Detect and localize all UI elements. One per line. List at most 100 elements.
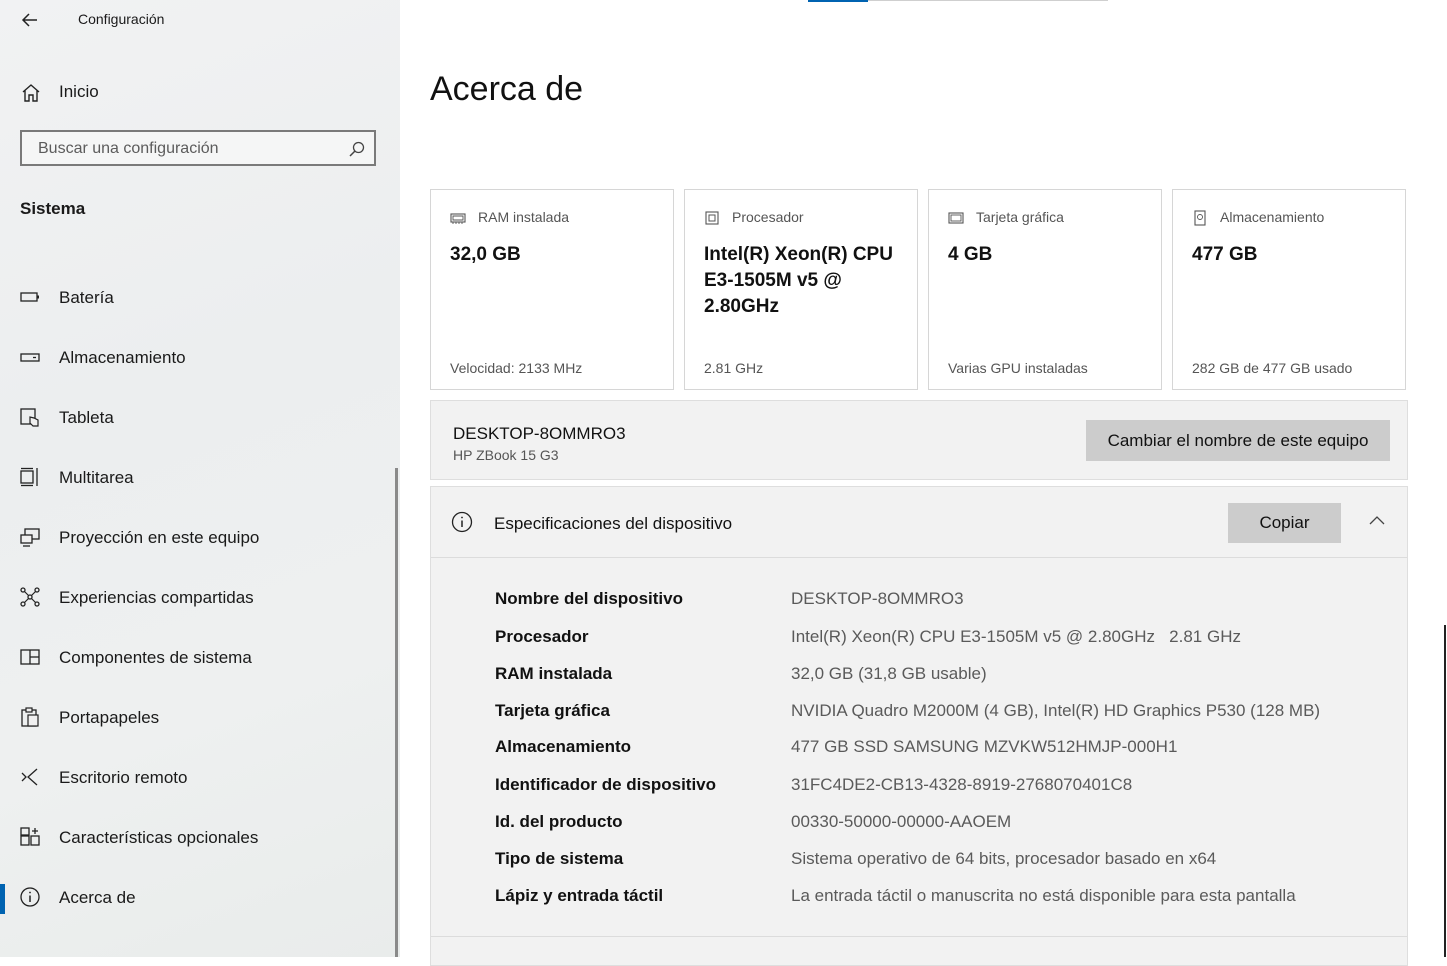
top-tab-indicator <box>808 0 868 2</box>
sidebar-item-almacenamiento[interactable]: Almacenamiento <box>0 336 390 380</box>
sidebar-item-label: Proyección en este equipo <box>59 528 260 547</box>
nav-home-label: Inicio <box>59 82 99 101</box>
sidebar-item-label: Multitarea <box>59 468 134 487</box>
device-name-panel: DESKTOP-8OMMRO3 HP ZBook 15 G3 Cambiar e… <box>430 400 1408 480</box>
multitask-icon <box>19 466 41 488</box>
remote-desktop-icon <box>19 766 41 788</box>
sidebar-item-label: Almacenamiento <box>59 348 186 367</box>
device-specs-panel: Especificaciones del dispositivo Copiar … <box>430 486 1408 966</box>
card-value: 32,0 GB <box>450 244 521 265</box>
shared-icon <box>19 586 41 608</box>
spec-row: Tarjeta gráfica NVIDIA Quadro M2000M (4 … <box>431 697 1407 727</box>
spec-row: Identificador de dispositivo 31FC4DE2-CB… <box>431 771 1407 801</box>
sidebar-item-label: Acerca de <box>59 888 136 907</box>
sidebar-item-acerca-de[interactable]: Acerca de <box>0 876 390 920</box>
spec-row: Procesador Intel(R) Xeon(R) CPU E3-1505M… <box>431 623 1407 653</box>
sidebar-item-caracteristicas[interactable]: Características opcionales <box>0 816 390 860</box>
sidebar-scrollbar[interactable] <box>395 468 398 957</box>
search-box[interactable] <box>20 130 376 166</box>
spec-row: RAM instalada 32,0 GB (31,8 GB usable) <box>431 660 1407 690</box>
clipboard-icon <box>19 706 41 728</box>
home-icon <box>20 82 42 104</box>
spec-value: 477 GB SSD SAMSUNG MZVKW512HMJP-000H1 <box>791 737 1178 756</box>
sidebar-item-label: Portapapeles <box>59 708 160 727</box>
page-title: Acerca de <box>430 70 584 108</box>
nav-home[interactable]: Inicio <box>0 72 390 112</box>
card-label: Almacenamiento <box>1220 209 1325 225</box>
sidebar-item-label: Escritorio remoto <box>59 768 188 787</box>
back-arrow-icon[interactable] <box>18 8 42 32</box>
card-label: Tarjeta gráfica <box>976 209 1064 225</box>
spec-key: Id. del producto <box>495 812 623 831</box>
spec-key: Tarjeta gráfica <box>495 701 610 720</box>
sidebar-item-escritorio-remoto[interactable]: Escritorio remoto <box>0 756 390 800</box>
card-label: RAM instalada <box>478 209 570 225</box>
card-gpu: Tarjeta gráfica 4 GB Varias GPU instalad… <box>928 189 1162 390</box>
sidebar-item-label: Experiencias compartidas <box>59 588 254 607</box>
spec-value: NVIDIA Quadro M2000M (4 GB), Intel(R) HD… <box>791 701 1321 720</box>
sidebar-item-label: Características opcionales <box>59 828 259 847</box>
card-subtext: 2.81 GHz <box>704 360 764 376</box>
spec-row: Tipo de sistema Sistema operativo de 64 … <box>431 845 1407 875</box>
spec-row: Id. del producto 00330-50000-00000-AAOEM <box>431 808 1407 838</box>
spec-key: RAM instalada <box>495 664 613 683</box>
spec-key: Tipo de sistema <box>495 849 624 868</box>
sidebar-item-bateria[interactable]: Batería <box>0 276 390 320</box>
spec-value: 00330-50000-00000-AAOEM <box>791 812 1012 831</box>
divider <box>431 936 1407 937</box>
tablet-icon <box>19 406 41 428</box>
card-subtext: Varias GPU instaladas <box>948 360 1088 376</box>
sidebar: Configuración Inicio Sistema Batería Alm… <box>0 0 400 957</box>
sidebar-item-tableta[interactable]: Tableta <box>0 396 390 440</box>
sidebar-item-proyeccion[interactable]: Proyección en este equipo <box>0 516 390 560</box>
device-model: HP ZBook 15 G3 <box>453 447 559 463</box>
spec-key: Lápiz y entrada táctil <box>495 886 664 905</box>
spec-key: Almacenamiento <box>495 737 632 756</box>
optional-features-icon <box>19 826 41 848</box>
sidebar-item-multitarea[interactable]: Multitarea <box>0 456 390 500</box>
device-specs-title: Especificaciones del dispositivo <box>494 514 733 533</box>
spec-key: Identificador de dispositivo <box>495 775 717 794</box>
device-specs-header[interactable]: Especificaciones del dispositivo Copiar <box>431 487 1407 558</box>
device-name: DESKTOP-8OMMRO3 <box>453 424 626 443</box>
projection-icon <box>19 526 41 548</box>
spec-value: Intel(R) Xeon(R) CPU E3-1505M v5 @ 2.80G… <box>791 627 1241 646</box>
spec-key: Procesador <box>495 627 589 646</box>
card-value: 4 GB <box>948 244 993 265</box>
card-subtext: Velocidad: 2133 MHz <box>450 360 583 376</box>
card-storage: Almacenamiento 477 GB 282 GB de 477 GB u… <box>1172 189 1406 390</box>
rename-pc-button[interactable]: Cambiar el nombre de este equipo <box>1086 420 1390 461</box>
components-icon <box>19 646 41 668</box>
window-edge <box>1444 625 1446 957</box>
search-input[interactable] <box>36 132 340 166</box>
window-title: Configuración <box>78 11 165 27</box>
spec-row: Lápiz y entrada táctil La entrada táctil… <box>431 882 1407 912</box>
spec-row: Almacenamiento 477 GB SSD SAMSUNG MZVKW5… <box>431 733 1407 763</box>
card-value: Intel(R) Xeon(R) CPU E3-1505M v5 @ 2.80G… <box>704 244 893 317</box>
battery-icon <box>19 286 41 308</box>
info-icon <box>451 511 473 533</box>
sidebar-item-label: Batería <box>59 288 114 307</box>
spec-value: 31FC4DE2-CB13-4328-8919-2768070401C8 <box>791 775 1133 794</box>
sidebar-item-experiencias[interactable]: Experiencias compartidas <box>0 576 390 620</box>
copy-button[interactable]: Copiar <box>1228 503 1341 543</box>
spec-value: La entrada táctil o manuscrita no está d… <box>791 886 1296 905</box>
spec-key: Nombre del dispositivo <box>495 589 683 608</box>
active-indicator <box>0 884 5 914</box>
spec-value: DESKTOP-8OMMRO3 <box>791 589 964 608</box>
gpu-icon <box>948 210 964 226</box>
sidebar-item-label: Tableta <box>59 408 114 427</box>
spec-row: Nombre del dispositivo DESKTOP-8OMMRO3 <box>431 585 1407 615</box>
card-subtext: 282 GB de 477 GB usado <box>1192 360 1353 376</box>
search-icon[interactable] <box>348 140 366 158</box>
sidebar-item-componentes[interactable]: Componentes de sistema <box>0 636 390 680</box>
ram-icon <box>450 210 466 226</box>
chevron-up-icon[interactable] <box>1368 513 1386 525</box>
section-title: Sistema <box>20 199 86 218</box>
drive-icon <box>1192 210 1208 226</box>
spec-value: Sistema operativo de 64 bits, procesador… <box>791 849 1217 868</box>
cpu-icon <box>704 210 720 226</box>
storage-icon <box>19 346 41 368</box>
sidebar-item-portapapeles[interactable]: Portapapeles <box>0 696 390 740</box>
card-ram: RAM instalada 32,0 GB Velocidad: 2133 MH… <box>430 189 674 390</box>
